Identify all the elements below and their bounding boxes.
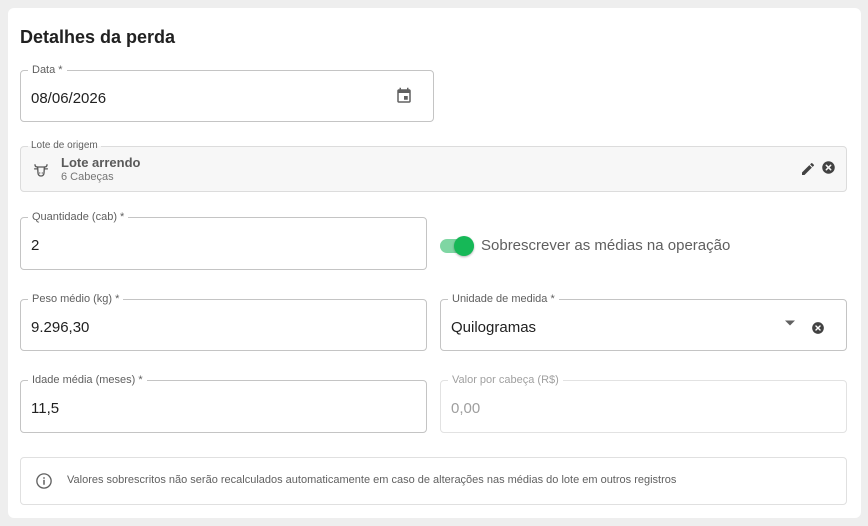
- edit-icon[interactable]: [800, 161, 816, 177]
- quantity-field-value: 2: [31, 237, 40, 254]
- section-title: Detalhes da perda: [20, 27, 176, 47]
- average-age-label: Idade média (meses) *: [28, 374, 147, 386]
- info-notice-text: Valores sobrescritos não serão recalcula…: [67, 474, 677, 486]
- average-age-value: 11,5: [31, 400, 60, 417]
- average-age-field[interactable]: Idade média (meses) * 11,5: [20, 374, 427, 433]
- toggle-thumb: [454, 236, 474, 256]
- cow-icon: [33, 164, 49, 177]
- clear-icon[interactable]: [811, 321, 825, 335]
- average-weight-field[interactable]: Peso médio (kg) * 9.296,30: [20, 293, 427, 351]
- info-icon: [36, 473, 52, 489]
- source-lot-label: Lote de origem: [28, 140, 101, 152]
- quantity-field[interactable]: Quantidade (cab) * 2: [20, 211, 427, 270]
- value-per-head-value: 0,00: [451, 400, 481, 417]
- date-field[interactable]: Data * 08/06/2026: [20, 64, 434, 122]
- average-weight-value: 9.296,30: [31, 319, 90, 336]
- chevron-down-icon[interactable]: [785, 320, 795, 326]
- unit-select-label: Unidade de medida *: [448, 293, 559, 305]
- average-weight-label: Peso médio (kg) *: [28, 293, 124, 305]
- date-field-value: 08/06/2026: [31, 90, 107, 107]
- source-lot-field[interactable]: Lote de origem Lote arrendo 6 Cabeças: [20, 140, 847, 192]
- unit-select[interactable]: Unidade de medida * Quilogramas: [440, 293, 847, 351]
- quantity-field-label: Quantidade (cab) *: [28, 211, 129, 223]
- source-lot-name: Lote arrendo: [61, 155, 141, 170]
- value-per-head-label: Valor por cabeça (R$): [448, 374, 563, 386]
- source-lot-head-count: 6 Cabeças: [61, 171, 114, 183]
- override-averages-toggle[interactable]: [440, 236, 474, 256]
- value-per-head-field: Valor por cabeça (R$) 0,00: [440, 374, 847, 433]
- date-field-label: Data *: [28, 64, 67, 76]
- calendar-icon[interactable]: [395, 87, 413, 105]
- clear-icon[interactable]: [821, 160, 836, 175]
- override-averages-label[interactable]: Sobrescrever as médias na operação: [481, 237, 730, 254]
- info-notice: Valores sobrescritos não serão recalcula…: [20, 457, 847, 505]
- unit-select-value: Quilogramas: [451, 319, 537, 336]
